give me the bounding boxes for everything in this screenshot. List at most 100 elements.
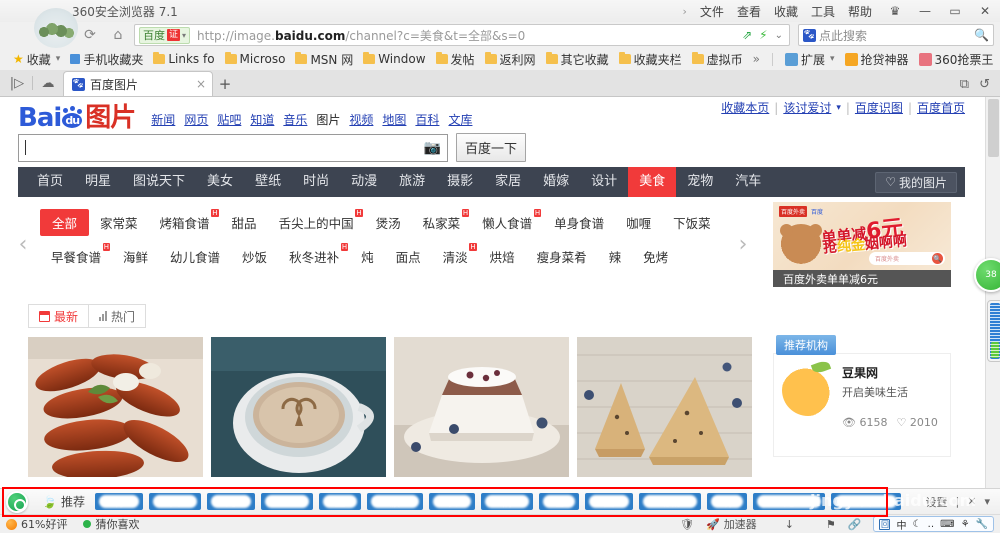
tab-baidu-images[interactable]: 百度图片 ×: [63, 71, 213, 96]
suggestion-tag[interactable]: 包: [538, 493, 579, 510]
subnav-video[interactable]: 视频: [349, 111, 373, 128]
panel-body[interactable]: 豆果网 开启美味生活 👁 6158 ♡ 2010: [773, 353, 951, 457]
ime-mode[interactable]: 中: [896, 517, 906, 532]
tag-autumn-tonic[interactable]: 秋冬进补 H: [278, 242, 350, 270]
reload-button[interactable]: ⟳: [78, 24, 102, 46]
image-card-grilled-chicken-wings[interactable]: [28, 337, 203, 477]
maximize-button[interactable]: ▭: [940, 0, 970, 22]
extension-qiangdai[interactable]: 抢贷神器: [840, 50, 914, 68]
suggestion-tag[interactable]: 波: [366, 493, 423, 510]
extension-ticket[interactable]: 360抢票王: [914, 50, 999, 68]
bookmark-item-crypto[interactable]: 虚拟币: [687, 50, 748, 68]
reopen-tab-icon[interactable]: ↺: [979, 77, 990, 92]
suggestion-tag[interactable]: 图: [584, 493, 633, 510]
subnav-tieba[interactable]: 贴吧: [217, 111, 241, 128]
bookmark-favorites[interactable]: ★ 收藏 ▾: [8, 50, 65, 68]
popbar-close-icon[interactable]: ✕: [967, 495, 976, 508]
channel-wallpaper[interactable]: 壁纸: [244, 167, 292, 197]
tag-curry[interactable]: 咖喱: [615, 209, 662, 236]
link-baidu-home[interactable]: 百度首页: [917, 99, 965, 116]
suggestion-tag[interactable]: 些: [318, 493, 361, 510]
tag-diet-dishes[interactable]: 瘦身菜肴: [526, 243, 598, 270]
chevron-down-icon[interactable]: ▾: [836, 103, 841, 113]
channel-anime[interactable]: 动漫: [340, 167, 388, 197]
baidu-image-logo[interactable]: Bai du 图片: [18, 105, 136, 131]
badge-caret-icon[interactable]: ▾: [182, 31, 186, 40]
channel-home[interactable]: 首页: [26, 167, 74, 197]
tab-close-icon[interactable]: ×: [196, 77, 206, 91]
subnav-map[interactable]: 地图: [382, 111, 406, 128]
suggestion-tag[interactable]: 情: [480, 493, 533, 510]
channel-world[interactable]: 图说天下: [122, 167, 196, 197]
menu-favorites[interactable]: 收藏: [774, 3, 798, 20]
floating-score-badge[interactable]: 38: [974, 258, 1000, 292]
image-card-red-bean-cake-slice[interactable]: [394, 337, 569, 477]
suggestion-tag[interactable]: 萌: [706, 493, 747, 510]
url-dropdown-icon[interactable]: ⌄: [775, 30, 783, 41]
menu-help[interactable]: 帮助: [848, 3, 872, 20]
suggestion-tag[interactable]: 大: [830, 493, 901, 510]
dots-icon[interactable]: ‥: [927, 519, 934, 530]
tab-hot[interactable]: 热门: [88, 304, 147, 328]
tag-bite-of-china[interactable]: 舌尖上的中国 H: [268, 208, 365, 236]
search-icon[interactable]: 🔍: [974, 28, 989, 42]
tag-pastry[interactable]: 面点: [385, 243, 432, 270]
close-button[interactable]: ✕: [970, 0, 1000, 22]
channel-photography[interactable]: 摄影: [436, 167, 484, 197]
url-bar[interactable]: 百度 证 ▾ http://image.baidu.com/channel?c=…: [134, 24, 790, 46]
suggestion-tag[interactable]: 一: [260, 493, 313, 510]
suggestion-tag[interactable]: 的: [206, 493, 255, 510]
chevron-down-icon[interactable]: ▾: [56, 54, 61, 64]
status-accelerator[interactable]: 🚀 加速器: [706, 516, 757, 532]
channel-fashion[interactable]: 时尚: [292, 167, 340, 197]
my-pictures-button[interactable]: ♡ 我的图片: [875, 171, 957, 193]
image-card-latte-coffee-cup[interactable]: [211, 337, 386, 477]
new-tab-button[interactable]: +: [213, 72, 237, 96]
tag-kids-recipes[interactable]: 幼儿食谱: [159, 243, 231, 270]
channel-food[interactable]: 美食: [628, 167, 677, 197]
subnav-baike[interactable]: 百科: [415, 111, 439, 128]
status-guess-you-like[interactable]: 猜你喜欢: [83, 516, 139, 532]
suggestion-tag[interactable]: 关: [148, 493, 201, 510]
tag-no-bake[interactable]: 免烤: [632, 243, 679, 270]
suggestion-tag[interactable]: 动物: [638, 493, 701, 510]
image-card-triangle-scones[interactable]: [577, 337, 752, 477]
minimize-button[interactable]: —: [910, 0, 940, 22]
tag-spicy[interactable]: 辣: [598, 243, 633, 270]
channel-design[interactable]: 设计: [580, 167, 628, 197]
duplicate-tab-icon[interactable]: ⧉: [960, 77, 969, 92]
subnav-wenku[interactable]: 文库: [448, 111, 472, 128]
bolt-icon[interactable]: ⚡: [759, 28, 767, 42]
toolbar-search-box[interactable]: 点此搜索 🔍: [798, 24, 994, 46]
channel-cars[interactable]: 汽车: [724, 167, 772, 197]
suggestion-tag[interactable]: 宠: [752, 493, 825, 510]
bookmark-item-microso[interactable]: Microso: [220, 50, 291, 68]
subnav-news[interactable]: 新闻: [151, 111, 175, 128]
tag-private-dishes[interactable]: 私家菜 H: [412, 208, 472, 236]
subnav-music[interactable]: 音乐: [283, 111, 307, 128]
ad-image[interactable]: 百度外卖 百度 单单减6元 抢纯金姻啊啊 百度外卖 🔍: [773, 202, 951, 270]
tag-fried-rice[interactable]: 炒饭: [231, 243, 278, 270]
sidebar-ad[interactable]: 百度外卖 百度 单单减6元 抢纯金姻啊啊 百度外卖 🔍 百度外卖单单减6元: [773, 202, 951, 287]
cloud-icon[interactable]: ☁: [37, 71, 59, 96]
ad-search-pill[interactable]: 百度外卖 🔍: [869, 252, 945, 265]
link-like-dislike[interactable]: 该讨爱讨: [783, 99, 831, 116]
floating-signal-gauge[interactable]: [987, 300, 1000, 362]
channel-beauty[interactable]: 美女: [196, 167, 244, 197]
search-input[interactable]: [26, 140, 424, 155]
tags-prev-arrow[interactable]: ‹: [14, 227, 32, 261]
tag-all[interactable]: 全部: [40, 208, 90, 236]
bookmark-item-other[interactable]: 其它收藏: [541, 50, 614, 68]
channel-wedding[interactable]: 婚嫁: [532, 167, 580, 197]
channel-pets[interactable]: 宠物: [676, 167, 724, 197]
tag-stew[interactable]: 炖: [350, 243, 385, 270]
tag-dessert[interactable]: 甜品: [221, 209, 268, 236]
channel-travel[interactable]: 旅游: [388, 167, 436, 197]
site-security-badge[interactable]: 百度 证 ▾: [139, 26, 191, 44]
sidebar-toggle-icon[interactable]: |▷: [6, 71, 28, 96]
tag-rice-dishes[interactable]: 下饭菜: [662, 209, 722, 236]
wrench-icon[interactable]: 🔧: [976, 519, 988, 530]
bookmark-item-post[interactable]: 发帖: [431, 50, 480, 68]
shield-icon[interactable]: 🛡: [680, 518, 694, 531]
tag-baking[interactable]: 烘焙: [479, 243, 526, 270]
